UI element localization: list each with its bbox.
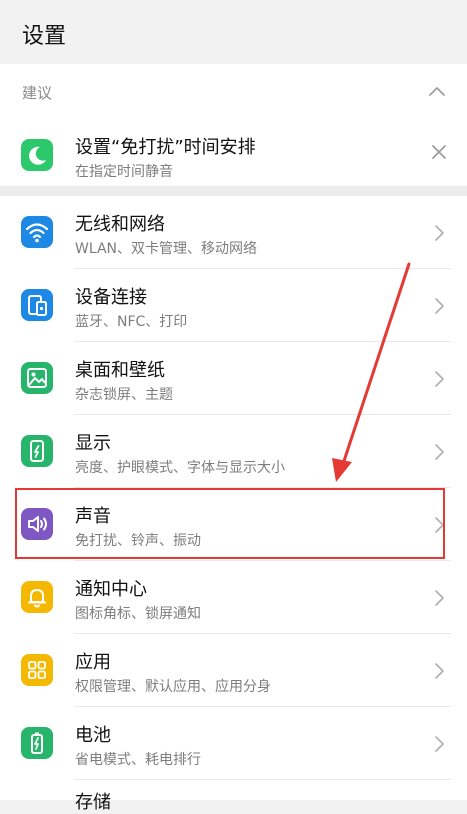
settings-item-notification-center[interactable]: 通知中心 图标角标、锁屏通知 xyxy=(0,561,467,634)
suggestion-dnd-schedule[interactable]: 设置“免打扰”时间安排 在指定时间静音 xyxy=(0,119,467,185)
suggestion-title: 设置“免打扰”时间安排 xyxy=(75,137,256,158)
annotation-highlight-box xyxy=(15,488,445,559)
settings-item-desktop-wallpaper[interactable]: 桌面和壁纸 杂志锁屏、主题 xyxy=(0,342,467,415)
chevron-right-icon xyxy=(435,736,444,752)
item-title: 无线和网络 xyxy=(75,214,165,235)
settings-item-device-connection[interactable]: 设备连接 蓝牙、NFC、打印 xyxy=(0,269,467,342)
item-title: 设备连接 xyxy=(75,287,147,308)
settings-item-battery[interactable]: 电池 省电模式、耗电排行 xyxy=(0,707,467,780)
chevron-right-icon xyxy=(435,444,444,460)
settings-item-wireless-network[interactable]: 无线和网络 WLAN、双卡管理、移动网络 xyxy=(0,196,467,269)
suggestion-subtitle: 在指定时间静音 xyxy=(75,164,173,180)
devices-icon xyxy=(21,289,53,321)
item-title: 通知中心 xyxy=(75,579,147,600)
header-bar: 设置 xyxy=(0,0,467,64)
phone-brightness-icon xyxy=(21,435,53,467)
image-icon xyxy=(21,362,53,394)
apps-grid-icon xyxy=(21,654,53,686)
item-subtitle: 图标角标、锁屏通知 xyxy=(75,606,201,622)
item-subtitle: 省电模式、耗电排行 xyxy=(75,752,201,768)
battery-icon xyxy=(21,727,53,759)
section-gap xyxy=(0,186,467,196)
close-icon[interactable] xyxy=(430,143,448,161)
page-title: 设置 xyxy=(22,24,67,49)
item-title: 桌面和壁纸 xyxy=(75,360,165,381)
settings-item-storage-partial[interactable]: 存储 xyxy=(75,788,111,814)
item-subtitle: 亮度、护眼模式、字体与显示大小 xyxy=(75,460,285,476)
wifi-icon xyxy=(21,216,53,248)
item-title: 应用 xyxy=(75,652,111,673)
item-title: 显示 xyxy=(75,433,111,454)
chevron-right-icon xyxy=(435,298,444,314)
settings-item-display[interactable]: 显示 亮度、护眼模式、字体与显示大小 xyxy=(0,415,467,488)
item-subtitle: 权限管理、默认应用、应用分身 xyxy=(75,679,271,695)
suggestion-section: 建议 设置“免打扰”时间安排 在指定时间静音 xyxy=(0,64,467,186)
settings-item-apps[interactable]: 应用 权限管理、默认应用、应用分身 xyxy=(0,634,467,707)
divider xyxy=(74,779,451,780)
item-title: 电池 xyxy=(75,725,111,746)
chevron-right-icon xyxy=(435,590,444,606)
chevron-right-icon xyxy=(435,663,444,679)
moon-icon xyxy=(21,139,53,171)
bell-icon xyxy=(21,581,53,613)
chevron-up-icon[interactable] xyxy=(427,82,447,102)
item-subtitle: 杂志锁屏、主题 xyxy=(75,387,173,403)
suggestion-section-label: 建议 xyxy=(22,84,53,102)
item-subtitle: 蓝牙、NFC、打印 xyxy=(75,314,188,330)
chevron-right-icon xyxy=(435,371,444,387)
item-subtitle: WLAN、双卡管理、移动网络 xyxy=(75,241,258,257)
chevron-right-icon xyxy=(435,225,444,241)
